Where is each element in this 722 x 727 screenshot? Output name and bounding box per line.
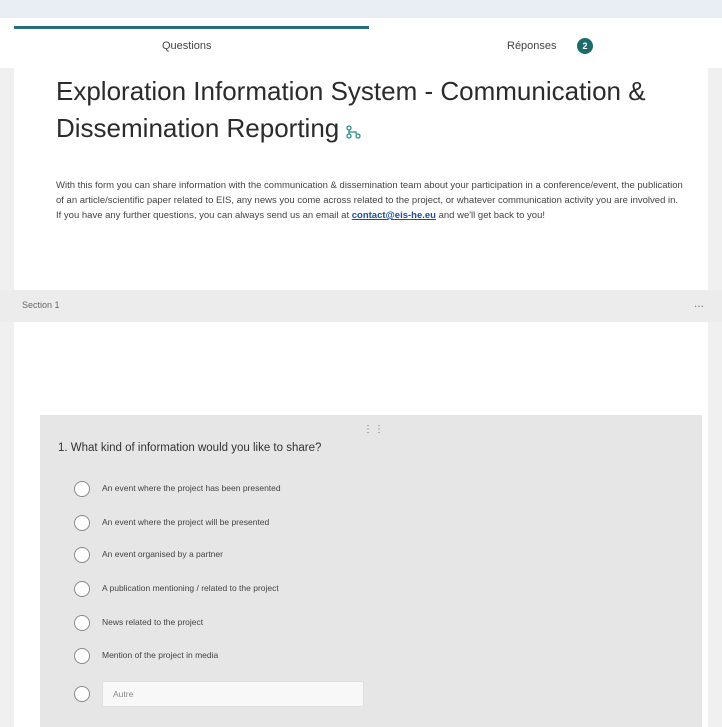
option-label: An event organised by a partner [102,549,223,559]
radio-button[interactable] [74,648,90,664]
tab-responses[interactable]: Réponses [507,40,557,52]
section-header [0,290,722,322]
option-label: An event where the project will be prese… [102,517,270,527]
radio-button[interactable] [74,615,90,631]
option-label: A publication mentioning / related to th… [102,583,279,593]
other-answer-input[interactable] [102,681,364,707]
top-bar [0,0,722,18]
radio-button[interactable] [74,686,90,702]
responses-count-badge: 2 [577,38,593,54]
radio-button[interactable] [74,581,90,597]
form-title[interactable]: Exploration Information System - Communi… [56,73,696,149]
radio-button[interactable] [74,515,90,531]
radio-button[interactable] [74,481,90,497]
drag-handle-icon[interactable]: ⋮⋮ [363,424,385,435]
option-label: Mention of the project in media [102,650,219,660]
active-tab-indicator [14,26,369,29]
branching-icon[interactable] [345,112,363,149]
contact-email-link[interactable]: contact@eis-he.eu [352,210,436,221]
question-title: 1. What kind of information would you li… [58,442,322,454]
option-label: An event where the project has been pres… [102,483,281,493]
section-more-menu[interactable]: ... [694,296,704,310]
description-text-end: and we'll get back to you! [435,210,545,221]
radio-button[interactable] [74,547,90,563]
tab-questions[interactable]: Questions [162,40,212,52]
form-description: With this form you can share information… [56,178,684,223]
option-label: News related to the project [102,617,204,627]
section-label: Section 1 [22,300,60,310]
